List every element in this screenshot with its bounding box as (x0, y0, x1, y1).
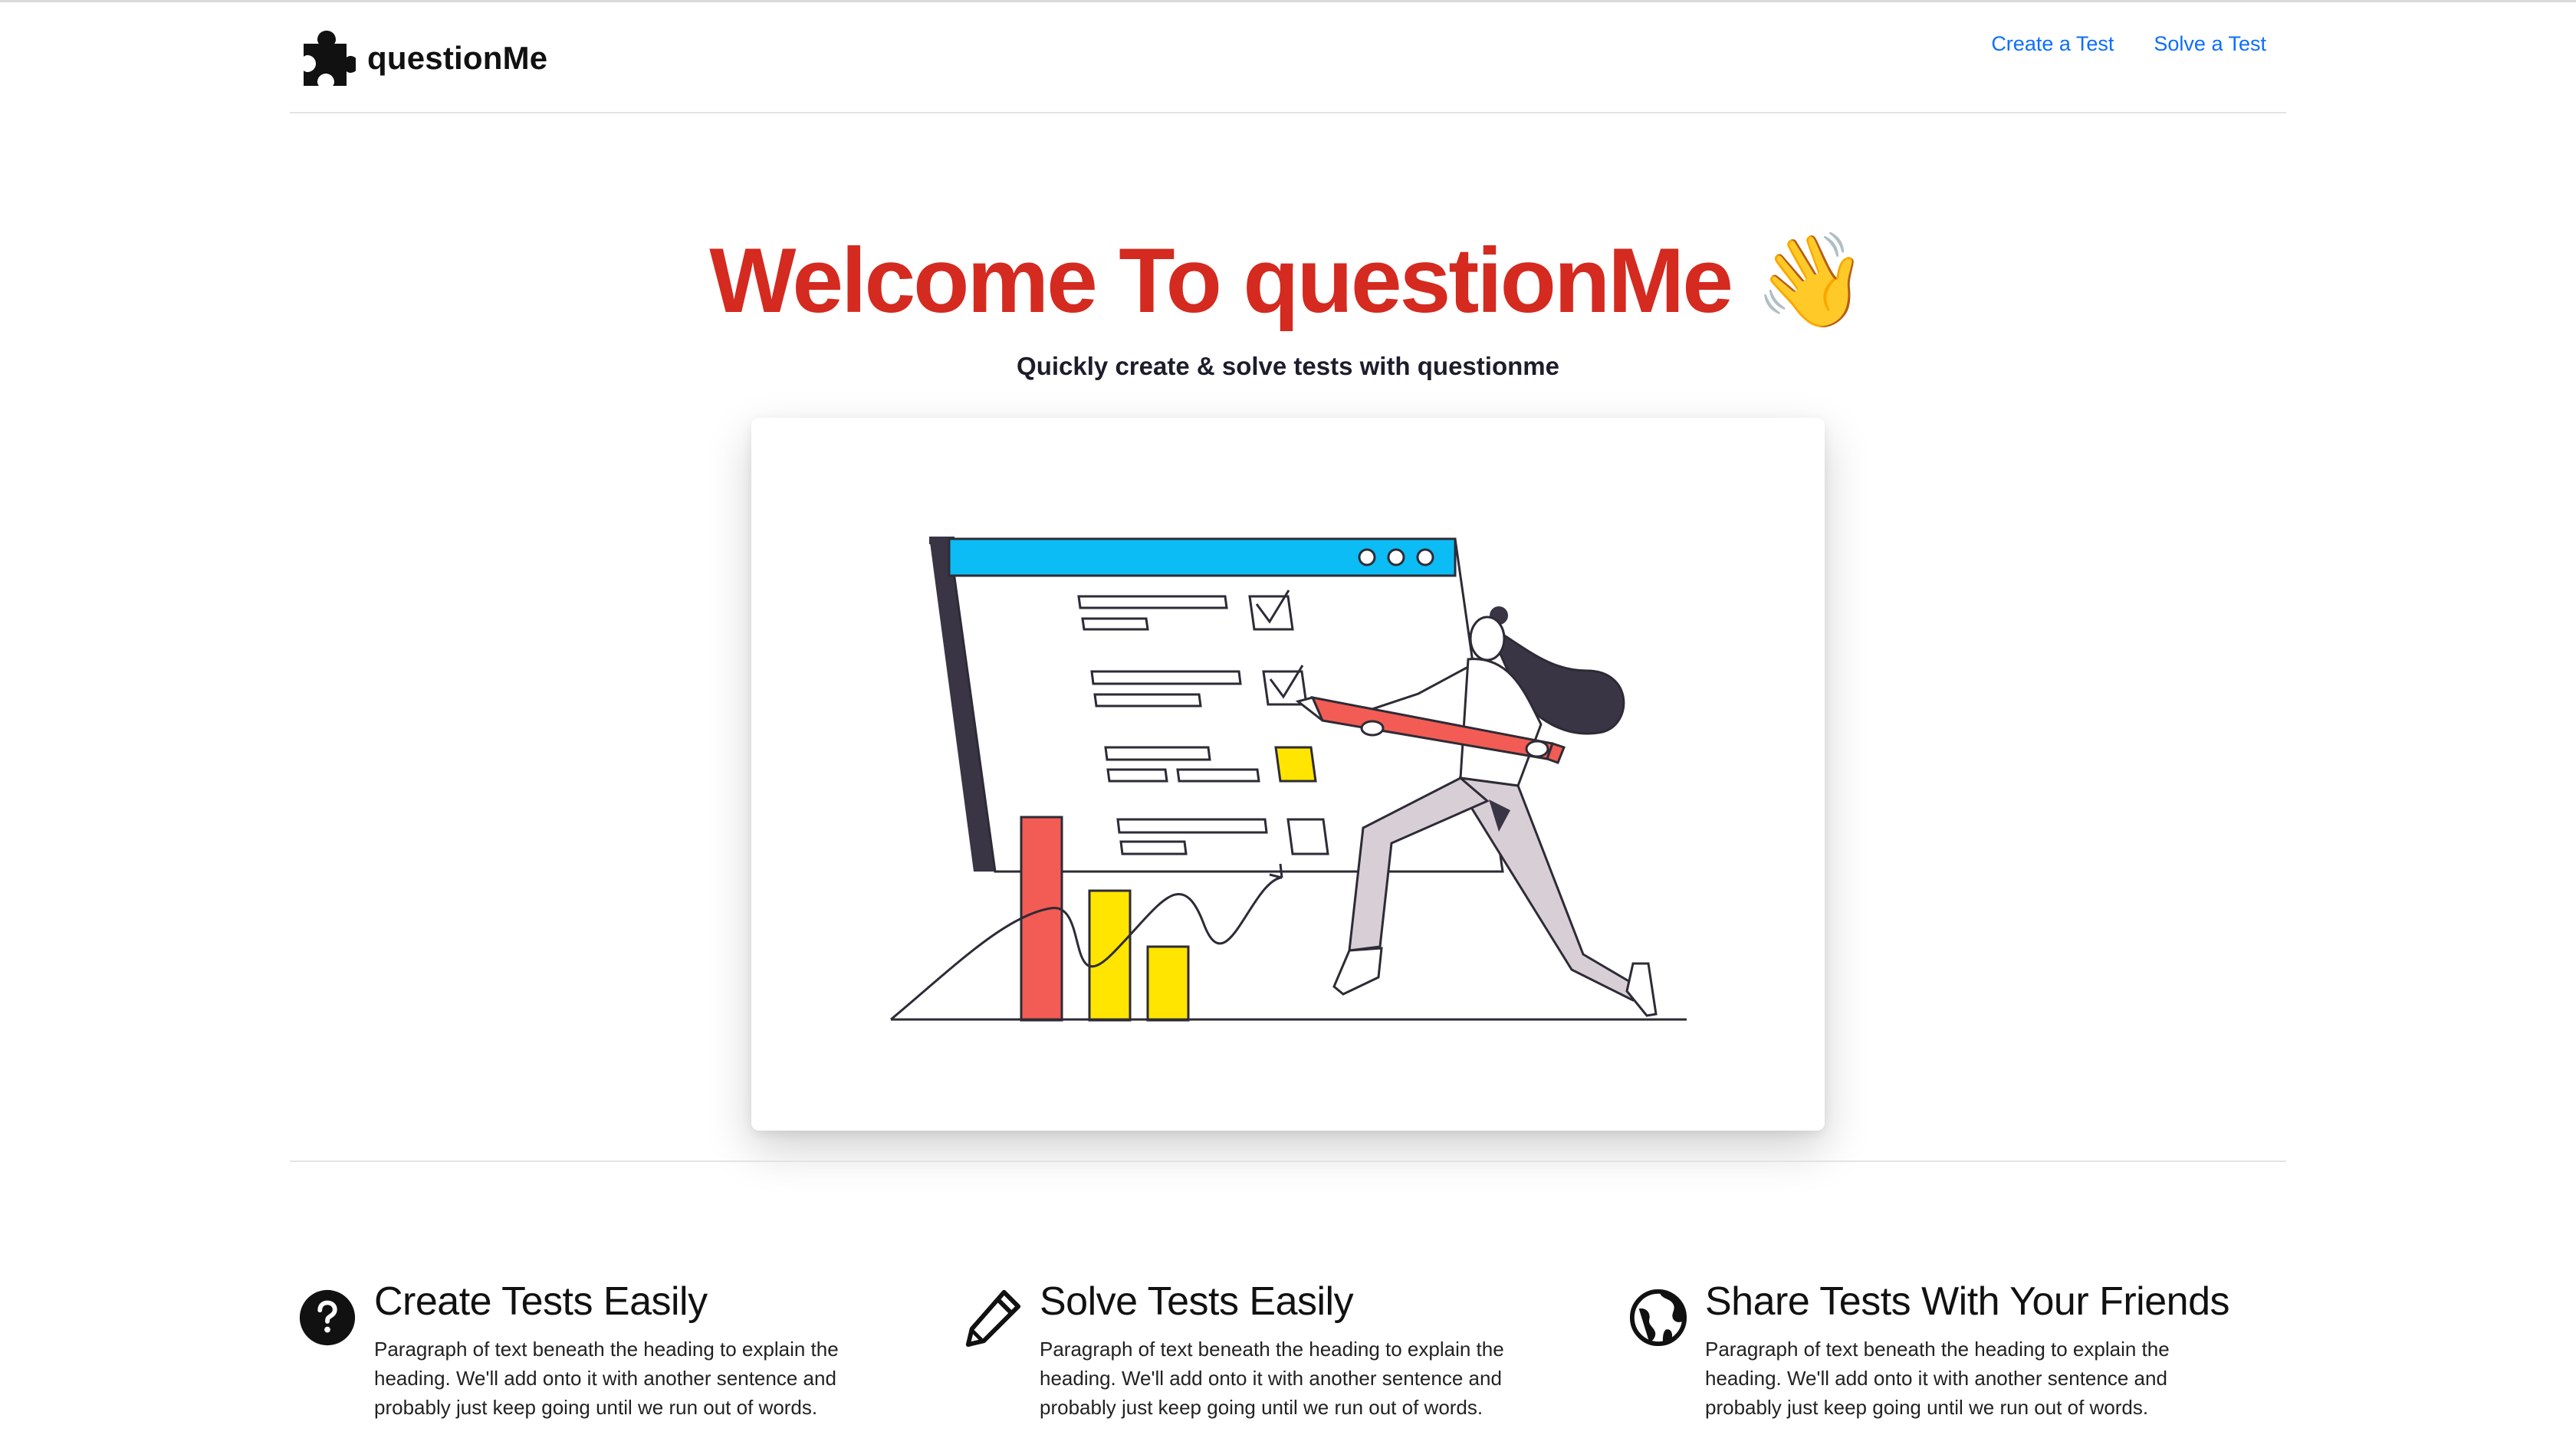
feature-title: Share Tests With Your Friends (1705, 1279, 2230, 1324)
feature-solve-tests: Solve Tests Easily Paragraph of text ben… (955, 1279, 1621, 1422)
hero-subtitle: Quickly create & solve tests with questi… (1017, 352, 1559, 380)
nav-create-test-link[interactable]: Create a Test (1991, 32, 2114, 56)
nav-solve-test-link[interactable]: Solve a Test (2154, 32, 2266, 56)
feature-icon-wrap (1621, 1280, 1705, 1422)
hero-title: Welcome To questionMe 👋 (709, 229, 1868, 332)
feature-title: Solve Tests Easily (1040, 1279, 1354, 1324)
feature-title: Create Tests Easily (374, 1279, 708, 1324)
feature-icon-wrap (955, 1280, 1040, 1422)
section-divider (290, 1161, 2286, 1162)
navbar: questionMe Create a Test Solve a Test (290, 0, 2286, 113)
feature-create-tests: Create Tests Easily Paragraph of text be… (290, 1279, 955, 1422)
pencil-icon (965, 1289, 1021, 1348)
feature-icon-wrap (290, 1280, 374, 1422)
question-circle-icon (299, 1289, 356, 1346)
brand-link[interactable]: questionMe (297, 29, 547, 87)
person-checking-test-illustration (890, 537, 1687, 1022)
hero-illustration-card (751, 418, 1825, 1131)
features-section: Create Tests Easily Paragraph of text be… (290, 1279, 2286, 1422)
brand-name: questionMe (367, 40, 548, 76)
feature-text: Paragraph of text beneath the heading to… (374, 1338, 839, 1420)
feature-text: Paragraph of text beneath the heading to… (1040, 1338, 1504, 1420)
feature-text: Paragraph of text beneath the heading to… (1705, 1338, 2170, 1420)
nav-links: Create a Test Solve a Test (1991, 32, 2266, 56)
feature-share-tests: Share Tests With Your Friends Paragraph … (1621, 1279, 2286, 1422)
globe-icon (1629, 1289, 1687, 1347)
puzzle-piece-icon (304, 31, 356, 86)
